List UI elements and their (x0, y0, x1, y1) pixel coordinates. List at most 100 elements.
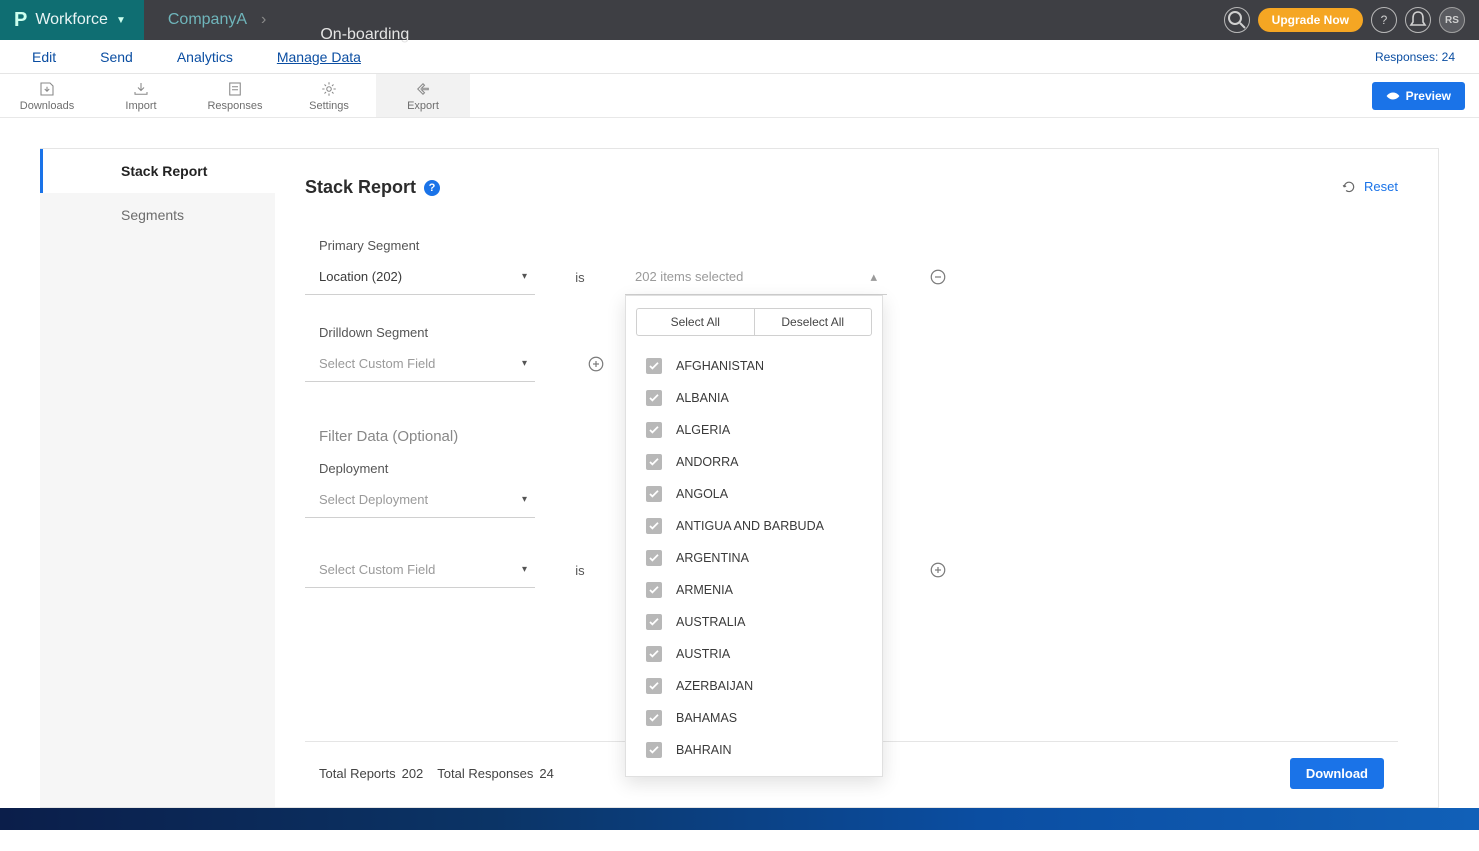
brand-label: Workforce (35, 11, 108, 29)
checkbox-icon (646, 358, 662, 374)
responses-icon (225, 80, 245, 98)
dropdown-option-label: AZERBAIJAN (676, 679, 753, 693)
search-icon[interactable] (1224, 7, 1250, 33)
nav-send[interactable]: Send (78, 41, 155, 73)
responses-count: Responses: 24 (1375, 50, 1469, 64)
brand-switcher[interactable]: P Workforce ▼ (0, 0, 144, 40)
select-placeholder: Select Custom Field (319, 562, 435, 577)
dropdown-option[interactable]: BAHAMAS (626, 702, 882, 734)
dropdown-option-label: ALGERIA (676, 423, 730, 437)
tool-settings[interactable]: Settings (282, 74, 376, 117)
primary-segment-multiselect[interactable]: 202 items selected ▴ Select All Deselect… (625, 259, 887, 295)
total-reports-label: Total Reports (319, 766, 396, 781)
sidenav-stack-report[interactable]: Stack Report (40, 149, 275, 193)
refresh-icon (1342, 180, 1356, 194)
side-nav: Stack Report Segments (40, 149, 275, 807)
add-filter-icon[interactable] (927, 559, 949, 581)
help-icon[interactable]: ? (1371, 7, 1397, 33)
drilldown-select[interactable]: Select Custom Field ▾ (305, 346, 535, 382)
dropdown-option[interactable]: AFGHANISTAN (626, 350, 882, 382)
nav-edit[interactable]: Edit (10, 41, 78, 73)
sidenav-segments[interactable]: Segments (43, 193, 275, 237)
dropdown-option-label: ANDORRA (676, 455, 739, 469)
dropdown-option[interactable]: AUSTRALIA (626, 606, 882, 638)
total-reports-value: 202 (402, 766, 424, 781)
report-card: Stack Report Segments Stack Report ? Res… (40, 148, 1439, 808)
checkbox-icon (646, 614, 662, 630)
select-placeholder: Select Custom Field (319, 356, 435, 371)
checkbox-icon (646, 550, 662, 566)
dropdown-option-label: AFGHANISTAN (676, 359, 764, 373)
bell-icon[interactable] (1405, 7, 1431, 33)
dropdown-option-label: ALBANIA (676, 391, 729, 405)
dropdown-option[interactable]: ALBANIA (626, 382, 882, 414)
dropdown-option[interactable]: ARMENIA (626, 574, 882, 606)
caret-down-icon: ▾ (522, 358, 527, 369)
dropdown-option-label: ARGENTINA (676, 551, 749, 565)
checkbox-icon (646, 454, 662, 470)
filter-field-select[interactable]: Select Custom Field ▾ (305, 552, 535, 588)
export-icon (413, 80, 433, 98)
brand-logo-icon: P (14, 9, 27, 32)
eye-icon (1386, 91, 1400, 101)
total-responses-value: 24 (539, 766, 553, 781)
primary-segment-row: Location (202) ▾ is 202 items selected ▴… (305, 259, 1398, 295)
tool-downloads[interactable]: Downloads (0, 74, 94, 117)
add-drilldown-icon[interactable] (585, 353, 607, 375)
download-icon (37, 80, 57, 98)
dropdown-option[interactable]: BAHRAIN (626, 734, 882, 766)
preview-button[interactable]: Preview (1372, 82, 1465, 110)
dropdown-option[interactable]: AZERBAIJAN (626, 670, 882, 702)
breadcrumb-company[interactable]: CompanyA (168, 11, 247, 29)
reset-link[interactable]: Reset (1342, 179, 1398, 194)
dropdown-option[interactable]: ANTIGUA AND BARBUDA (626, 510, 882, 542)
content-area: Stack Report ? Reset Primary Segment Loc… (275, 149, 1438, 807)
dropdown-option[interactable]: ANDORRA (626, 446, 882, 478)
breadcrumb-page: On-boarding (280, 0, 449, 44)
deployment-select[interactable]: Select Deployment ▾ (305, 482, 535, 518)
topbar: P Workforce ▼ CompanyA › On-boarding Upg… (0, 0, 1479, 40)
select-placeholder: Select Deployment (319, 492, 428, 507)
multiselect-dropdown: Select All Deselect All AFGHANISTAN ALBAN… (625, 295, 883, 777)
dropdown-option[interactable]: ANGOLA (626, 478, 882, 510)
dropdown-option[interactable]: ALGERIA (626, 414, 882, 446)
preview-label: Preview (1406, 89, 1451, 103)
primary-segment-select[interactable]: Location (202) ▾ (305, 259, 535, 295)
remove-segment-icon[interactable] (927, 266, 949, 288)
dropdown-option[interactable]: ARGENTINA (626, 542, 882, 574)
help-badge-icon[interactable]: ? (424, 180, 440, 196)
bottom-bar (0, 808, 1479, 830)
deselect-all-button[interactable]: Deselect All (754, 308, 873, 336)
primary-segment-label: Primary Segment (319, 238, 1398, 253)
tool-responses[interactable]: Responses (188, 74, 282, 117)
tool-label: Export (407, 100, 439, 112)
select-value: Location (202) (319, 269, 402, 284)
multiselect-summary: 202 items selected (635, 269, 743, 284)
dropdown-option[interactable]: AUSTRIA (626, 638, 882, 670)
tool-import[interactable]: Import (94, 74, 188, 117)
content-title-row: Stack Report ? (305, 177, 1398, 198)
nav-manage-data[interactable]: Manage Data (255, 41, 383, 73)
tool-label: Responses (207, 100, 262, 112)
chevron-right-icon: › (261, 11, 266, 29)
dropdown-option-label: AUSTRIA (676, 647, 730, 661)
operator-is: is (535, 563, 625, 578)
download-button[interactable]: Download (1290, 758, 1384, 789)
caret-down-icon: ▾ (522, 494, 527, 505)
upgrade-button[interactable]: Upgrade Now (1258, 8, 1363, 32)
tool-export[interactable]: Export (376, 74, 470, 117)
reset-label: Reset (1364, 179, 1398, 194)
content-title: Stack Report (305, 177, 416, 198)
checkbox-icon (646, 390, 662, 406)
avatar[interactable]: RS (1439, 7, 1465, 33)
nav-analytics[interactable]: Analytics (155, 41, 255, 73)
dropdown-option-label: BAHAMAS (676, 711, 737, 725)
main-nav: Edit Send Analytics Manage Data Response… (0, 40, 1479, 74)
caret-up-icon: ▴ (870, 269, 877, 285)
tool-label: Downloads (20, 100, 74, 112)
operator-is: is (535, 270, 625, 285)
select-all-button[interactable]: Select All (636, 308, 754, 336)
checkbox-icon (646, 646, 662, 662)
dropdown-list[interactable]: AFGHANISTAN ALBANIA ALGERIA ANDORRA ANGOLAAN… (626, 346, 882, 776)
gear-icon (319, 80, 339, 98)
